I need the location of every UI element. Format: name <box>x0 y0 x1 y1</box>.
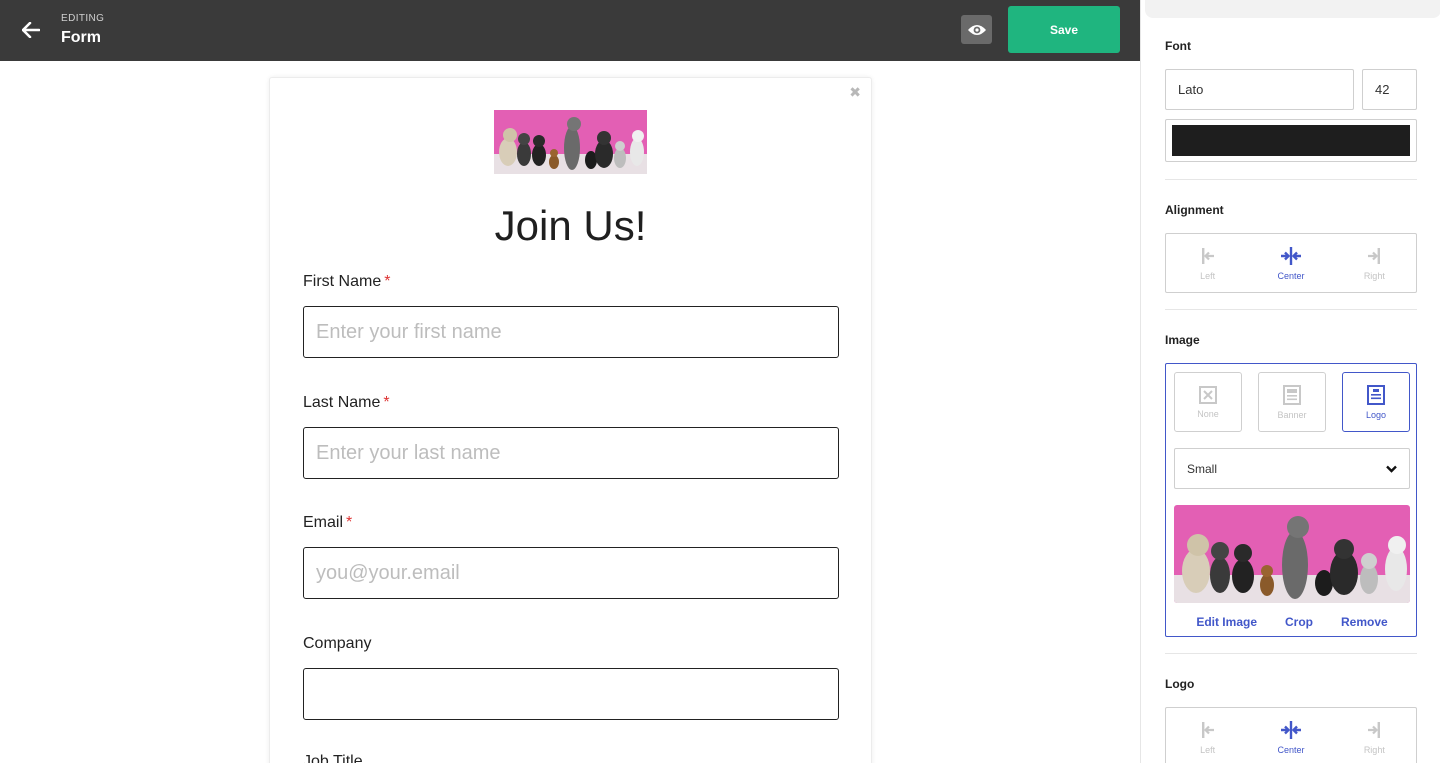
align-center-icon <box>1280 245 1302 267</box>
required-marker: * <box>384 273 391 290</box>
form-heading[interactable]: Join Us! <box>270 202 871 250</box>
remove-image-link[interactable]: Remove <box>1341 615 1388 629</box>
divider <box>1165 309 1417 310</box>
last-name-input[interactable] <box>303 427 839 479</box>
settings-panel: Font Alignment Left Center Right Image <box>1140 0 1440 763</box>
required-marker: * <box>346 514 353 531</box>
dogs-photo <box>1174 505 1410 603</box>
back-button[interactable] <box>18 17 44 43</box>
save-button[interactable]: Save <box>1008 6 1120 53</box>
image-banner-option[interactable]: Banner <box>1258 372 1326 432</box>
alignment-right-option[interactable]: Right <box>1333 234 1416 292</box>
alignment-section-label: Alignment <box>1165 203 1224 217</box>
font-color-picker[interactable] <box>1165 119 1417 162</box>
eye-icon <box>967 24 986 35</box>
logo-left-option[interactable]: Left <box>1166 708 1249 763</box>
editing-label: EDITING <box>61 13 105 24</box>
font-color-swatch <box>1172 125 1410 156</box>
alignment-center-option[interactable]: Center <box>1249 234 1332 292</box>
image-logo-icon <box>1367 384 1385 405</box>
alignment-left-option[interactable]: Left <box>1166 234 1249 292</box>
logo-section-label: Logo <box>1165 677 1195 691</box>
company-label: Company <box>303 635 372 652</box>
image-logo-option[interactable]: Logo <box>1342 372 1410 432</box>
align-left-icon <box>1201 719 1215 741</box>
dogs-photo <box>494 110 647 174</box>
close-icon[interactable]: ✖ <box>849 84 861 101</box>
form-card[interactable]: ✖ Join Us! First Name * Enter your first… <box>269 77 872 763</box>
align-right-icon <box>1367 719 1381 741</box>
email-input[interactable] <box>303 547 839 599</box>
email-label: Email * <box>303 514 353 531</box>
form-logo-image[interactable] <box>494 110 647 174</box>
job-title-label: Job Title <box>303 753 363 763</box>
align-right-icon <box>1367 245 1381 267</box>
company-input[interactable] <box>303 668 839 720</box>
form-canvas: ✖ Join Us! First Name * Enter your first… <box>0 61 1140 763</box>
image-none-icon <box>1199 385 1217 404</box>
last-name-label: Last Name * <box>303 394 390 411</box>
font-family-input[interactable] <box>1165 69 1354 110</box>
top-bar: EDITING Form Save <box>0 0 1140 61</box>
first-name-label: First Name * <box>303 273 391 290</box>
chevron-down-icon <box>1386 465 1397 473</box>
font-section-label: Font <box>1165 39 1191 53</box>
logo-alignment-options: Left Center Right <box>1165 707 1417 763</box>
back-arrow-icon <box>22 22 40 38</box>
logo-center-option[interactable]: Center <box>1249 708 1332 763</box>
image-section-label: Image <box>1165 333 1200 347</box>
divider <box>1165 179 1417 180</box>
first-name-input[interactable] <box>303 306 839 358</box>
document-title: Form <box>61 29 101 46</box>
alignment-options: Left Center Right <box>1165 233 1417 293</box>
image-settings: None Banner Logo Small Edit Image Crop R… <box>1165 363 1417 637</box>
image-preview <box>1174 505 1410 603</box>
edit-image-link[interactable]: Edit Image <box>1196 615 1257 629</box>
crop-link[interactable]: Crop <box>1285 615 1313 629</box>
image-size-select[interactable]: Small <box>1174 448 1410 489</box>
font-size-input[interactable] <box>1362 69 1417 110</box>
align-left-icon <box>1201 245 1215 267</box>
divider <box>1165 653 1417 654</box>
required-marker: * <box>383 394 390 411</box>
align-center-icon <box>1280 719 1302 741</box>
image-actions: Edit Image Crop Remove <box>1166 615 1418 629</box>
image-none-option[interactable]: None <box>1174 372 1242 432</box>
panel-scroll-edge <box>1145 0 1440 18</box>
logo-right-option[interactable]: Right <box>1333 708 1416 763</box>
preview-button[interactable] <box>961 15 992 44</box>
image-banner-icon <box>1283 384 1301 405</box>
